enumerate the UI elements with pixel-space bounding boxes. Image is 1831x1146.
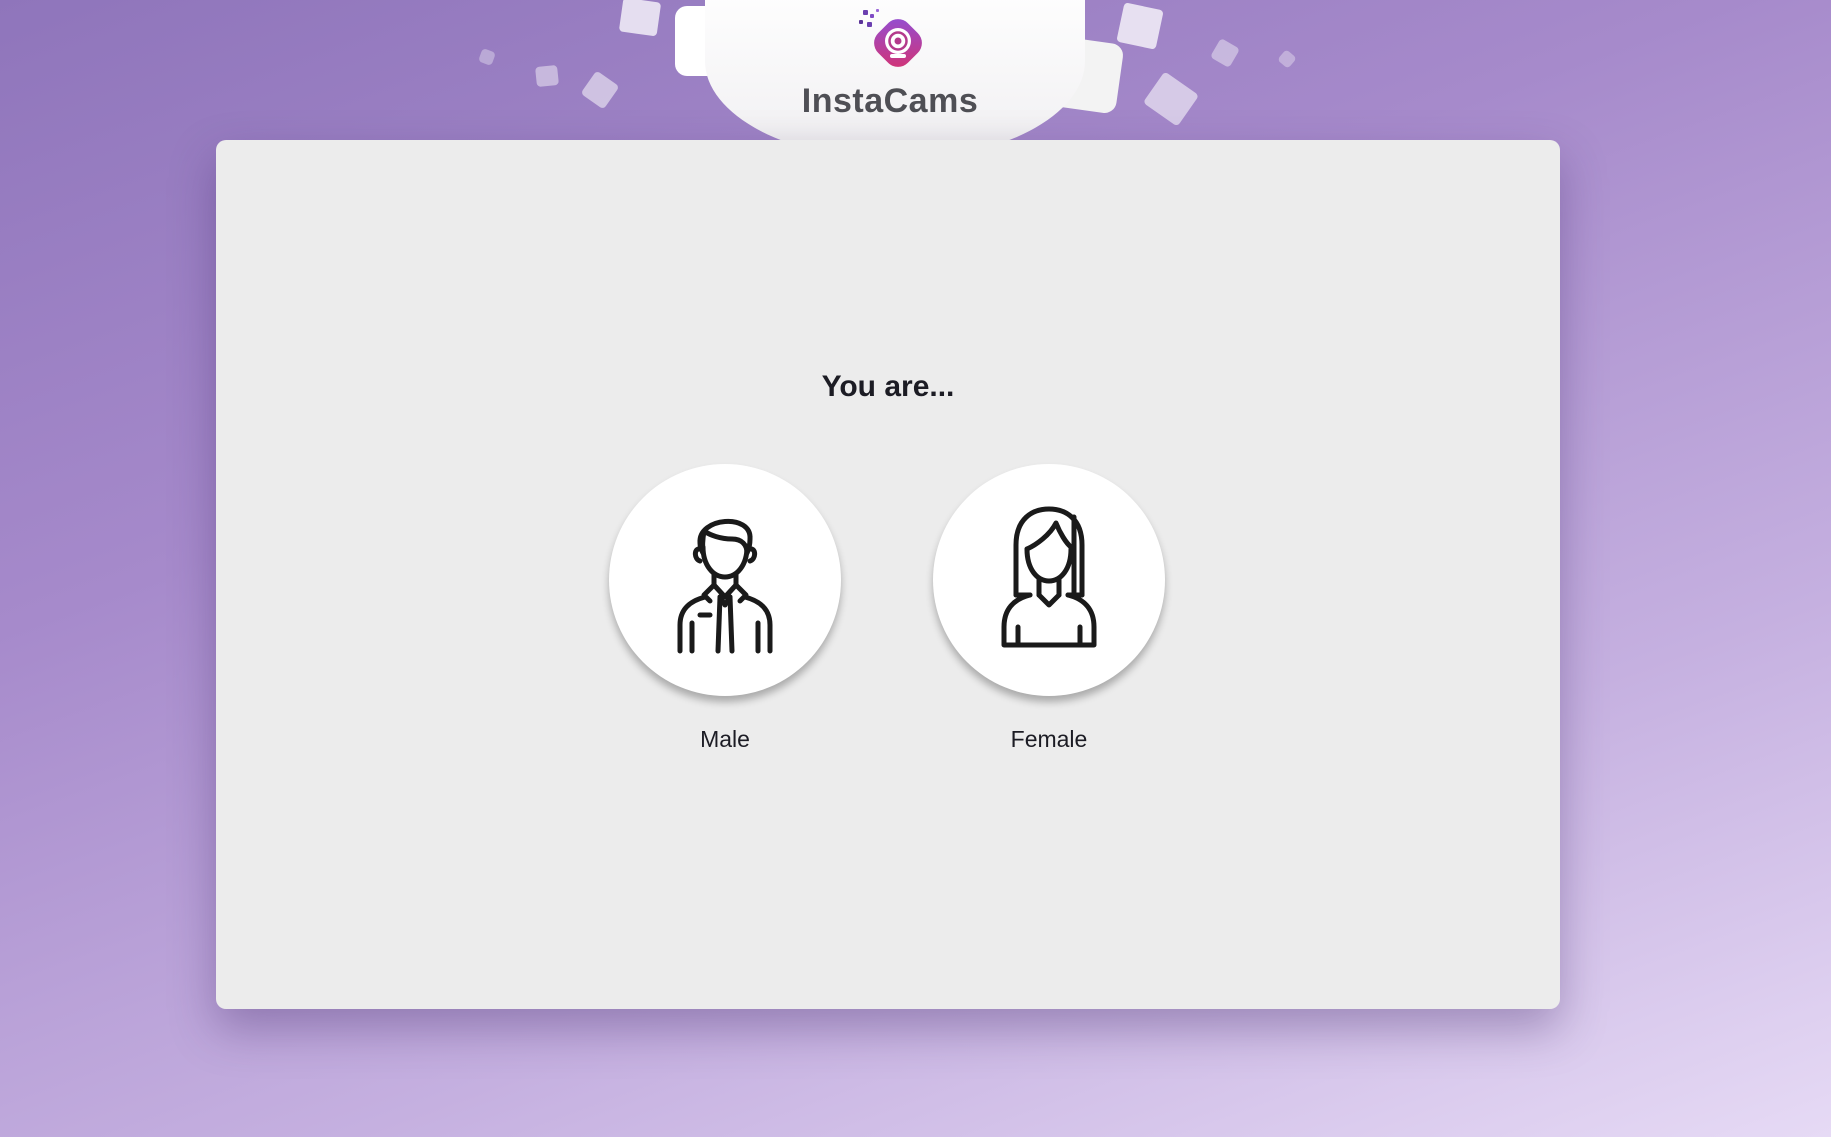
female-option[interactable]: Female <box>933 464 1165 753</box>
female-avatar-icon <box>1001 506 1097 648</box>
decorative-square <box>1116 2 1164 50</box>
male-option-label[interactable]: Male <box>609 726 841 753</box>
brand-name: InstaCams <box>801 82 979 120</box>
female-option-label[interactable]: Female <box>933 726 1165 753</box>
decorative-square <box>535 64 559 88</box>
brand-logo[interactable]: InstaCams <box>780 8 1000 128</box>
decorative-square <box>1277 49 1297 69</box>
decorative-square <box>1142 71 1200 127</box>
question-heading: You are... <box>821 370 955 403</box>
gender-selection-card: You are... Male Female <box>216 140 1560 1009</box>
decorative-square <box>580 70 620 110</box>
female-option-button[interactable] <box>933 464 1165 696</box>
webcam-icon <box>859 9 922 67</box>
decorative-square <box>478 48 496 66</box>
decorative-square <box>618 0 662 37</box>
decorative-square <box>1209 37 1241 69</box>
male-option-button[interactable] <box>609 464 841 696</box>
male-avatar-icon <box>677 518 773 654</box>
male-option[interactable]: Male <box>609 464 841 753</box>
page: InstaCams You are... Male Female <box>0 0 1831 1146</box>
